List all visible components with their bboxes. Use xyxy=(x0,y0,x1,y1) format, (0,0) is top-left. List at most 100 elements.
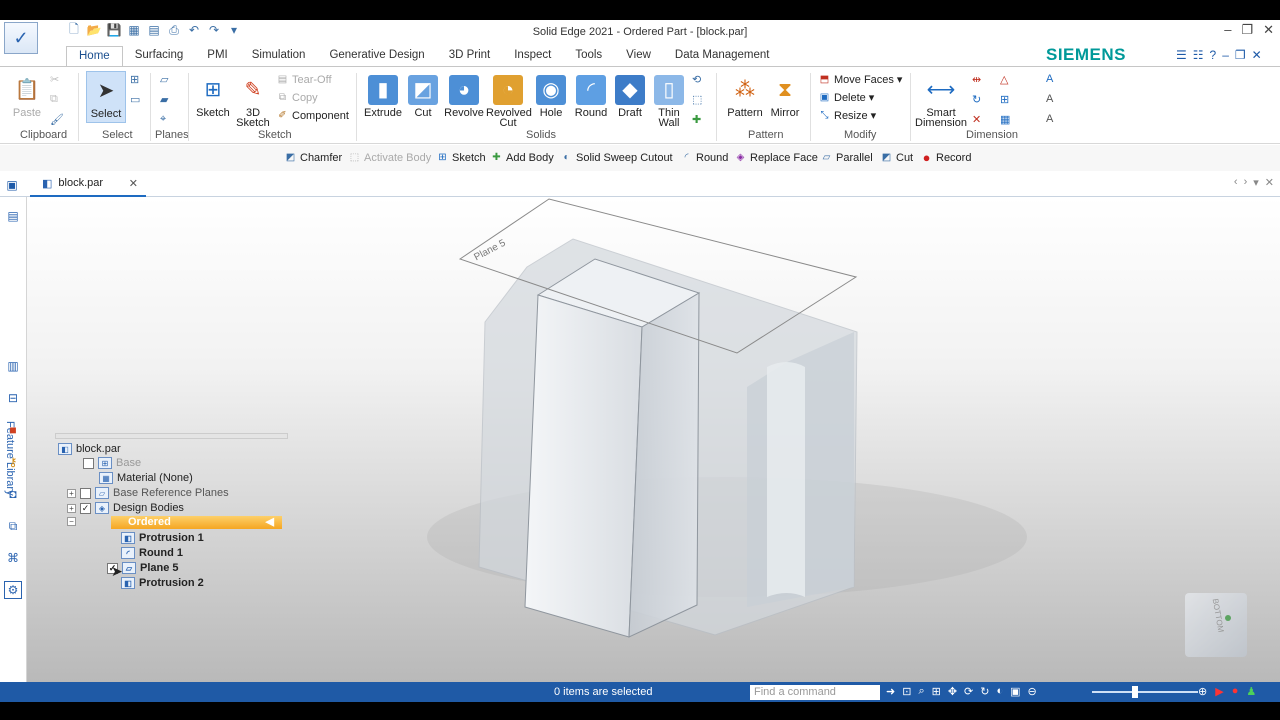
plane-angle-icon[interactable]: ▰ xyxy=(160,93,168,106)
tab-list-icon[interactable]: ▾ xyxy=(1253,176,1259,189)
application-button[interactable]: ✓ xyxy=(4,22,38,54)
tree-node-round-1[interactable]: ◜ Round 1 xyxy=(121,547,183,559)
select-filter-icon[interactable]: ⊞ xyxy=(130,73,139,86)
cut-button[interactable]: ◩ Cut xyxy=(406,75,440,119)
tree-node-base[interactable]: ⊞ Base xyxy=(83,457,141,469)
select-box-icon[interactable]: ▭ xyxy=(130,93,140,106)
format-painter-icon[interactable]: 🖌 xyxy=(50,113,64,126)
copy-button[interactable]: ⧉ Copy xyxy=(276,91,318,104)
chamfer-button[interactable]: ◩ Chamfer xyxy=(284,151,342,164)
tab-generative-design[interactable]: Generative Design xyxy=(317,46,436,66)
tree-resize-handle[interactable] xyxy=(55,433,288,439)
annotation-2-icon[interactable]: A xyxy=(1046,93,1053,105)
component-button[interactable]: ✐ Component xyxy=(276,109,349,122)
parallel-button[interactable]: ▱ Parallel xyxy=(820,151,873,164)
planes-checkbox[interactable] xyxy=(80,487,91,499)
record-video-icon[interactable]: ▶ xyxy=(1215,685,1223,698)
close-all-icon[interactable]: ✕ xyxy=(1265,176,1274,189)
tab-3d-print[interactable]: 3D Print xyxy=(437,46,503,66)
fit-icon[interactable]: ⊡ xyxy=(902,685,911,698)
hole-button[interactable]: ◉ Hole xyxy=(534,75,568,119)
stop-icon[interactable]: ● xyxy=(1232,685,1239,698)
replace-face-button[interactable]: ◈ Replace Face xyxy=(734,151,818,164)
select-button[interactable]: ➤ Select xyxy=(86,71,126,123)
solids-add-icon[interactable]: ✚ xyxy=(692,113,701,126)
activate-body-button[interactable]: ⬚ Activate Body xyxy=(348,151,432,164)
camera-icon[interactable]: ◘ xyxy=(4,485,22,503)
plane-icon[interactable]: ▱ xyxy=(160,73,168,86)
close-tab-icon[interactable]: ✕ xyxy=(129,177,138,190)
layers-icon[interactable]: ▥ xyxy=(4,357,22,375)
close-icon[interactable]: ✕ xyxy=(1263,22,1274,38)
color-icon[interactable]: ■ xyxy=(4,421,22,439)
tab-home[interactable]: Home xyxy=(66,46,123,66)
zoom-in-icon[interactable]: ⊕ xyxy=(1198,685,1207,698)
tear-off-button[interactable]: ▤ Tear-Off xyxy=(276,73,332,86)
person-icon[interactable]: ♟ xyxy=(1246,685,1256,698)
minimize-icon[interactable]: – xyxy=(1224,22,1231,38)
arrow-icon[interactable]: ➜ xyxy=(886,685,895,698)
tree-node-ordered[interactable]: Ordered ◀ xyxy=(111,516,282,529)
tree-node-design-bodies[interactable]: + ✓ ◈ Design Bodies xyxy=(67,502,184,514)
dimension-tool-4-icon[interactable]: △ xyxy=(1000,73,1008,86)
expand-icon[interactable]: + xyxy=(67,488,76,498)
coordinate-system-icon[interactable]: ⌖ xyxy=(160,113,166,126)
tab-data-management[interactable]: Data Management xyxy=(663,46,782,66)
panes-icon[interactable]: ☷ xyxy=(1193,48,1204,62)
tree-node-protrusion-2[interactable]: ◧ Protrusion 2 xyxy=(121,577,204,589)
record-button[interactable]: ● Record xyxy=(920,150,972,165)
cut-command-button[interactable]: ◩ Cut xyxy=(880,151,913,164)
paste-button[interactable]: 📋 Paste xyxy=(10,75,44,119)
zoom-icon[interactable]: ⊞ xyxy=(932,685,941,698)
find-command-input[interactable]: Find a command xyxy=(750,685,880,700)
view-cube[interactable]: BOTTOM xyxy=(1185,593,1247,657)
annotation-3-icon[interactable]: A xyxy=(1046,113,1053,125)
pan-icon[interactable]: ✥ xyxy=(948,685,957,698)
copy-small-icon[interactable]: ⧉ xyxy=(50,93,58,106)
round-button[interactable]: ◜ Round xyxy=(572,75,610,119)
key-icon[interactable]: ⚷ xyxy=(4,453,22,471)
zoom-area-icon[interactable]: ⌕ xyxy=(918,685,924,698)
draft-button[interactable]: ◆ Draft xyxy=(612,75,648,119)
views-icon[interactable]: ▣ xyxy=(1010,685,1020,698)
minimize-doc-icon[interactable]: – xyxy=(1222,48,1229,62)
thin-wall-button[interactable]: ▯ Thin Wall xyxy=(650,75,688,129)
document-tab-block[interactable]: ◧ block.par ✕ xyxy=(30,171,146,197)
zoom-slider-thumb[interactable] xyxy=(1132,686,1138,698)
resize-button[interactable]: ⤡ Resize ▾ xyxy=(818,109,877,123)
help-icon[interactable]: ? xyxy=(1210,48,1217,62)
annotation-1-icon[interactable]: A xyxy=(1046,73,1053,85)
tab-tools[interactable]: Tools xyxy=(563,46,614,66)
expand-icon[interactable]: + xyxy=(67,503,76,513)
layout-icon[interactable]: ☰ xyxy=(1176,48,1187,62)
solid-sweep-cutout-button[interactable]: ◐ Solid Sweep Cutout xyxy=(560,151,672,164)
rotate-icon[interactable]: ⟳ xyxy=(964,685,973,698)
tab-view[interactable]: View xyxy=(614,46,663,66)
tree-node-protrusion-1[interactable]: ◧ Protrusion 1 xyxy=(121,532,204,544)
tree-node-base-reference-planes[interactable]: + ▱ Base Reference Planes xyxy=(67,487,229,499)
move-faces-button[interactable]: ⬒ Move Faces ▾ xyxy=(818,73,903,87)
sketch-command-button[interactable]: ⊞ Sketch xyxy=(436,151,485,164)
tab-surfacing[interactable]: Surfacing xyxy=(123,46,196,66)
cut-small-icon[interactable]: ✂ xyxy=(50,73,59,86)
round-command-button[interactable]: ◜ Round xyxy=(680,151,729,164)
tree-node-material[interactable]: ▦ Material (None) xyxy=(99,472,193,484)
collapse-icon[interactable]: − xyxy=(67,517,76,526)
settings-icon[interactable]: ⚙ xyxy=(4,581,22,599)
dimension-tool-6-icon[interactable]: ▦ xyxy=(1000,113,1010,126)
dimension-tool-5-icon[interactable]: ⊞ xyxy=(1000,93,1009,106)
smart-dimension-button[interactable]: ⟷ Smart Dimension xyxy=(914,75,968,129)
extrude-button[interactable]: ▮ Extrude xyxy=(362,75,404,119)
family-icon[interactable]: ⧉ xyxy=(4,517,22,535)
3d-viewport[interactable]: Plane 5 BOTTOM ◧ block.par ⊞ Base ▦ Materia… xyxy=(27,197,1280,682)
sensors-icon[interactable]: ⊟ xyxy=(4,389,22,407)
tab-inspect[interactable]: Inspect xyxy=(502,46,563,66)
pattern-button[interactable]: ⁂ Pattern xyxy=(722,75,768,119)
bodies-checkbox[interactable]: ✓ xyxy=(80,502,91,514)
solids-more-icon[interactable]: ⟲ xyxy=(692,73,701,86)
tree-node-ordered-collapse[interactable]: − xyxy=(67,517,76,526)
restore-icon[interactable]: ❐ xyxy=(1241,22,1253,38)
close-doc-icon[interactable]: ✕ xyxy=(1252,48,1262,62)
delete-button[interactable]: ▣ Delete ▾ xyxy=(818,91,875,105)
tab-simulation[interactable]: Simulation xyxy=(240,46,318,66)
